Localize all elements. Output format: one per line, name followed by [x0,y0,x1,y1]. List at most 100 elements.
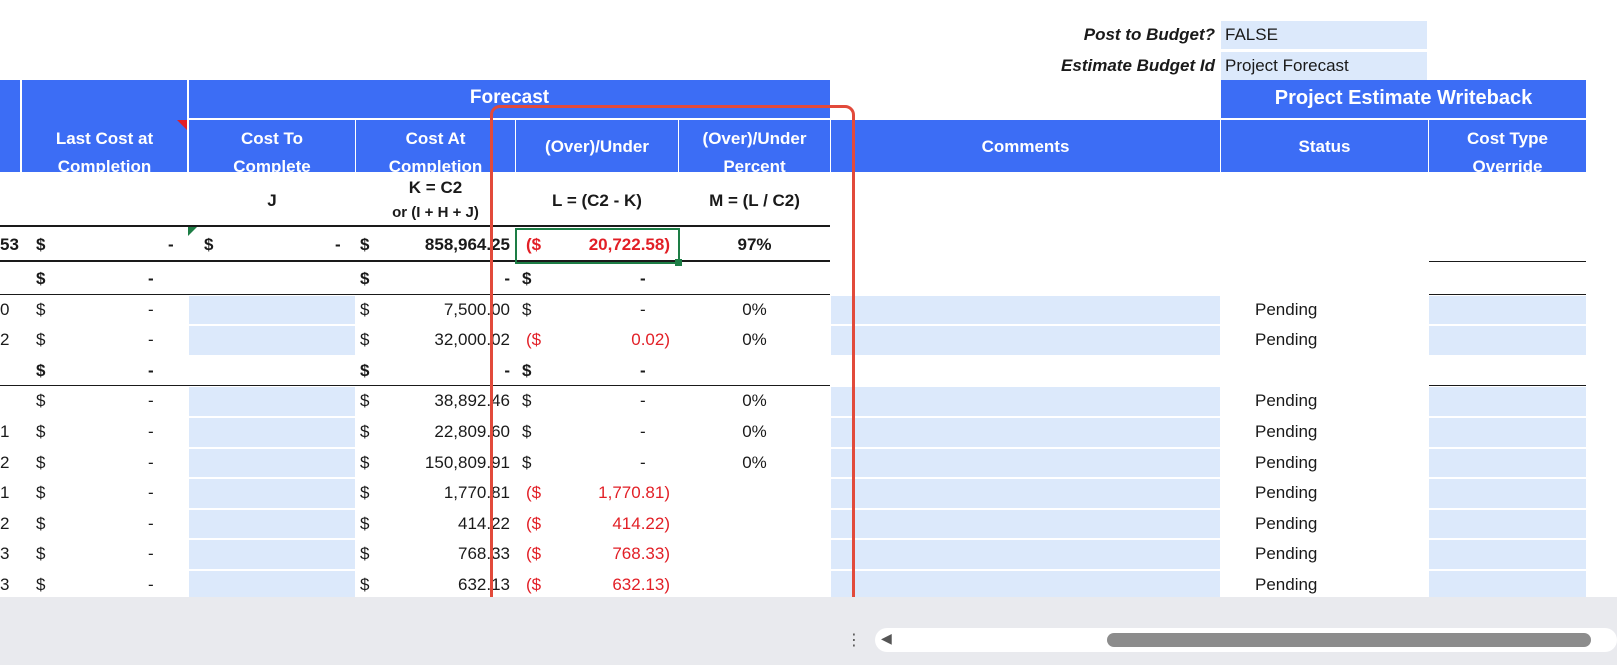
comments-input[interactable] [831,387,1220,416]
last-cost-dollar: $ [36,330,46,350]
row-edge-value: 1 [0,483,10,503]
row-edge-value: 3 [0,544,10,564]
cost-type-override-input[interactable] [1429,509,1586,539]
cost-to-complete-input[interactable] [189,418,355,447]
row-edge-value: 2 [0,513,10,533]
scroll-left-arrow-icon[interactable]: ◀ [881,630,892,647]
status-value[interactable]: Pending [1255,514,1317,534]
cost-type-override-input[interactable] [1429,540,1586,569]
last-cost-value[interactable]: - [148,361,154,381]
row-edge-value: 2 [0,330,10,350]
cac-dollar: $ [360,513,370,533]
status-value[interactable]: Pending [1255,300,1317,320]
status-value[interactable]: Pending [1255,544,1317,564]
cac-dollar: $ [360,269,370,288]
row-divider [189,569,355,570]
comments-input[interactable] [831,509,1220,539]
cost-to-complete-input[interactable] [189,448,355,478]
last-cost-value[interactable]: - [148,575,154,595]
row-divider [189,507,355,509]
comments-input[interactable] [831,571,1220,600]
last-cost-dollar: $ [36,391,46,411]
estimate-budget-id-label: Estimate Budget Id [1061,56,1215,75]
last-cost-value[interactable]: - [148,300,154,320]
last-cost-value[interactable]: - [148,544,154,564]
header-cost-to-complete: Cost To Complete [233,129,311,176]
comments-input[interactable] [831,295,1220,325]
status-value[interactable]: Pending [1255,575,1317,595]
last-cost-value[interactable]: - [148,453,154,473]
cac-dollar: $ [360,391,370,411]
last-cost-value[interactable]: - [148,483,154,503]
row-divider [189,477,355,479]
cost-type-override-input[interactable] [1429,479,1586,508]
row-edge-value: 1 [0,422,10,441]
cost-type-override-input[interactable] [1429,418,1586,447]
row-edge-value: 0 [0,299,10,319]
header-last-cost-at-completion: Last Cost at Completion [55,129,154,176]
cac-dollar: $ [360,330,370,350]
status-value[interactable]: Pending [1255,483,1317,503]
header-cell-left-edge [0,80,20,172]
last-cost-dollar: $ [36,269,46,288]
cost-to-complete-input[interactable] [189,479,355,508]
total-row-ctc[interactable]: - [335,235,341,255]
horizontal-scrollbar-thumb[interactable] [1107,633,1591,647]
last-cost-dollar: $ [36,299,46,319]
last-cost-dollar: $ [36,513,46,533]
last-cost-dollar: $ [36,575,46,594]
last-cost-value[interactable]: - [148,269,154,289]
comments-input[interactable] [831,540,1220,569]
cost-to-complete-input[interactable] [189,540,355,569]
cac-dollar: $ [360,360,370,380]
cost-type-override-input[interactable] [1429,326,1586,355]
row-edge-value: 2 [0,452,10,472]
row-divider [189,416,355,417]
cost-type-override-input[interactable] [1429,448,1586,478]
last-cost-dollar: $ [36,422,46,441]
status-value[interactable]: Pending [1255,330,1317,350]
row-divider [189,324,355,326]
cost-type-override-input[interactable] [1429,571,1586,600]
comments-input[interactable] [831,326,1220,355]
row-divider [189,354,355,356]
highlight-callout-box [490,105,855,642]
status-value[interactable]: Pending [1255,422,1317,442]
cost-to-complete-input[interactable] [189,509,355,539]
estimate-budget-id-value: Project Forecast [1225,56,1349,75]
cost-type-override-input[interactable] [1429,295,1586,325]
cost-to-complete-input[interactable] [189,571,355,600]
status-value[interactable]: Pending [1255,453,1317,473]
more-options-icon[interactable]: ⋮ [846,630,862,650]
cac-dollar: $ [360,575,370,594]
cac-dollar: $ [360,544,370,564]
header-cost-type-override: Cost Type Override [1467,129,1548,176]
header-comments: Comments [981,137,1070,156]
post-to-budget-label: Post to Budget? [1083,25,1215,44]
last-cost-value[interactable]: - [148,330,154,350]
row-divider [189,538,355,540]
total-row-edge: 53 [0,235,19,254]
last-cost-value[interactable]: - [148,391,154,411]
cost-to-complete-input[interactable] [189,295,355,325]
status-value[interactable]: Pending [1255,391,1317,411]
total-row-last-cost-dollar: $ [36,235,46,254]
last-cost-value[interactable]: - [148,514,154,534]
total-row-last-cost[interactable]: - [168,235,174,255]
cost-type-override-input[interactable] [1429,387,1586,416]
cac-dollar: $ [360,483,370,503]
comments-input[interactable] [831,418,1220,447]
total-row-cac-dollar: $ [360,235,370,254]
row-divider [189,446,355,448]
writeback-group-title: Project Estimate Writeback [1274,87,1533,109]
cac-dollar: $ [360,452,370,472]
last-cost-dollar: $ [36,483,46,503]
comments-input[interactable] [831,448,1220,478]
cost-to-complete-input[interactable] [189,326,355,355]
cac-dollar: $ [360,422,370,441]
cost-to-complete-input[interactable] [189,387,355,416]
total-row-ctc-dollar: $ [204,235,214,254]
last-cost-value[interactable]: - [148,422,154,442]
comments-input[interactable] [831,479,1220,508]
formula-j: J [267,191,277,210]
